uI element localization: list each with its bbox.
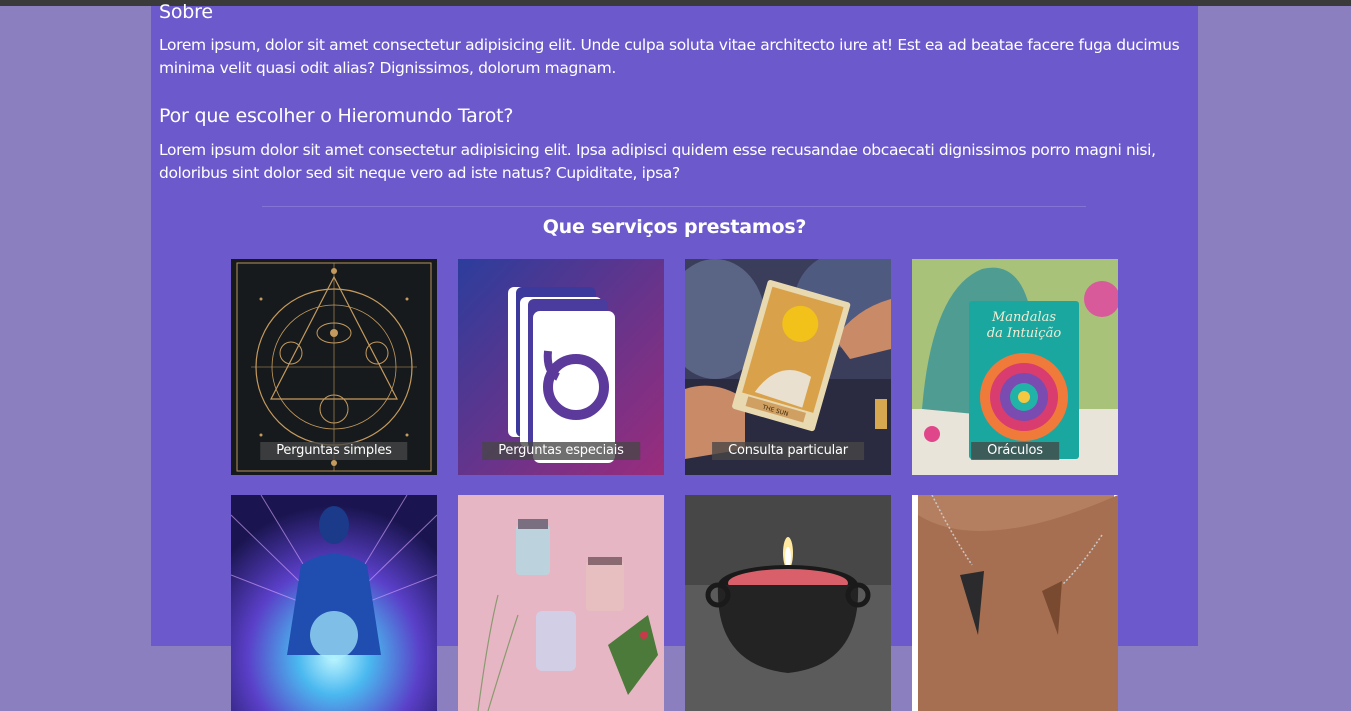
services-title: Que serviços prestamos? <box>542 216 807 238</box>
why-text: Lorem ipsum dolor sit amet consectetur a… <box>159 141 1156 182</box>
meditation-aura-image <box>231 495 437 711</box>
service-card-perguntas-especiais[interactable]: Perguntas especiais <box>458 259 664 475</box>
service-card-cauldron[interactable] <box>685 495 891 711</box>
deck-title-line2: da Intuição <box>987 326 1061 341</box>
cauldron-candle-image <box>685 495 891 711</box>
service-card-pendulums[interactable] <box>912 495 1118 711</box>
service-card-perguntas-simples[interactable]: Perguntas simples <box>231 259 437 475</box>
card-label[interactable]: Oráculos <box>971 442 1059 460</box>
card-label[interactable]: Perguntas simples <box>260 442 408 460</box>
service-card-consulta-particular[interactable]: THE SUN Consulta particular <box>685 259 891 475</box>
main-content: Sobre Lorem ipsum, dolor sit amet consec… <box>151 1 1198 711</box>
service-card-candles[interactable] <box>458 495 664 711</box>
card-label[interactable]: Perguntas especiais <box>482 442 640 460</box>
divider <box>262 206 1086 207</box>
service-card-meditation[interactable] <box>231 495 437 711</box>
about-title: Sobre <box>159 1 213 23</box>
scented-candles-image <box>458 495 664 711</box>
pendulums-image <box>912 495 1118 711</box>
service-card-oraculos[interactable]: Mandalas da Intuição Oráculos <box>912 259 1118 475</box>
deck-title-line1: Mandalas <box>991 310 1056 325</box>
about-text: Lorem ipsum, dolor sit amet consectetur … <box>159 36 1180 77</box>
card-label[interactable]: Consulta particular <box>712 442 864 460</box>
why-title: Por que escolher o Hieromundo Tarot? <box>159 105 514 127</box>
